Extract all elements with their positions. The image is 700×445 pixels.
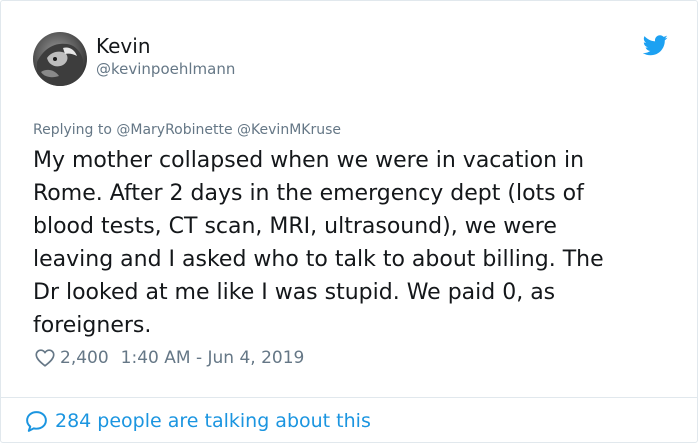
talking-about-link[interactable]: 284 people are talking about this (24, 407, 371, 435)
display-name[interactable]: Kevin (96, 34, 151, 58)
like-count[interactable]: 2,400 (60, 348, 109, 368)
speech-bubble-icon (26, 410, 47, 432)
twitter-bird-icon[interactable] (643, 35, 668, 56)
divider (1, 397, 697, 398)
timestamp[interactable]: 1:40 AM - Jun 4, 2019 (121, 348, 305, 368)
avatar-image (33, 32, 87, 86)
user-handle[interactable]: @kevinpoehlmann (96, 59, 235, 79)
tweet-card: Kevin @kevinpoehlmann Replying to @MaryR… (0, 0, 698, 443)
tweet-meta: 2,400 1:40 AM - Jun 4, 2019 (34, 346, 304, 370)
avatar[interactable] (33, 32, 87, 86)
talking-about-label: 284 people are talking about this (55, 410, 371, 432)
heart-icon[interactable] (34, 347, 56, 369)
replying-to-text: Replying to @MaryRobinette @KevinMKruse (33, 122, 341, 138)
tweet-text: My mother collapsed when we were in vaca… (33, 148, 604, 338)
